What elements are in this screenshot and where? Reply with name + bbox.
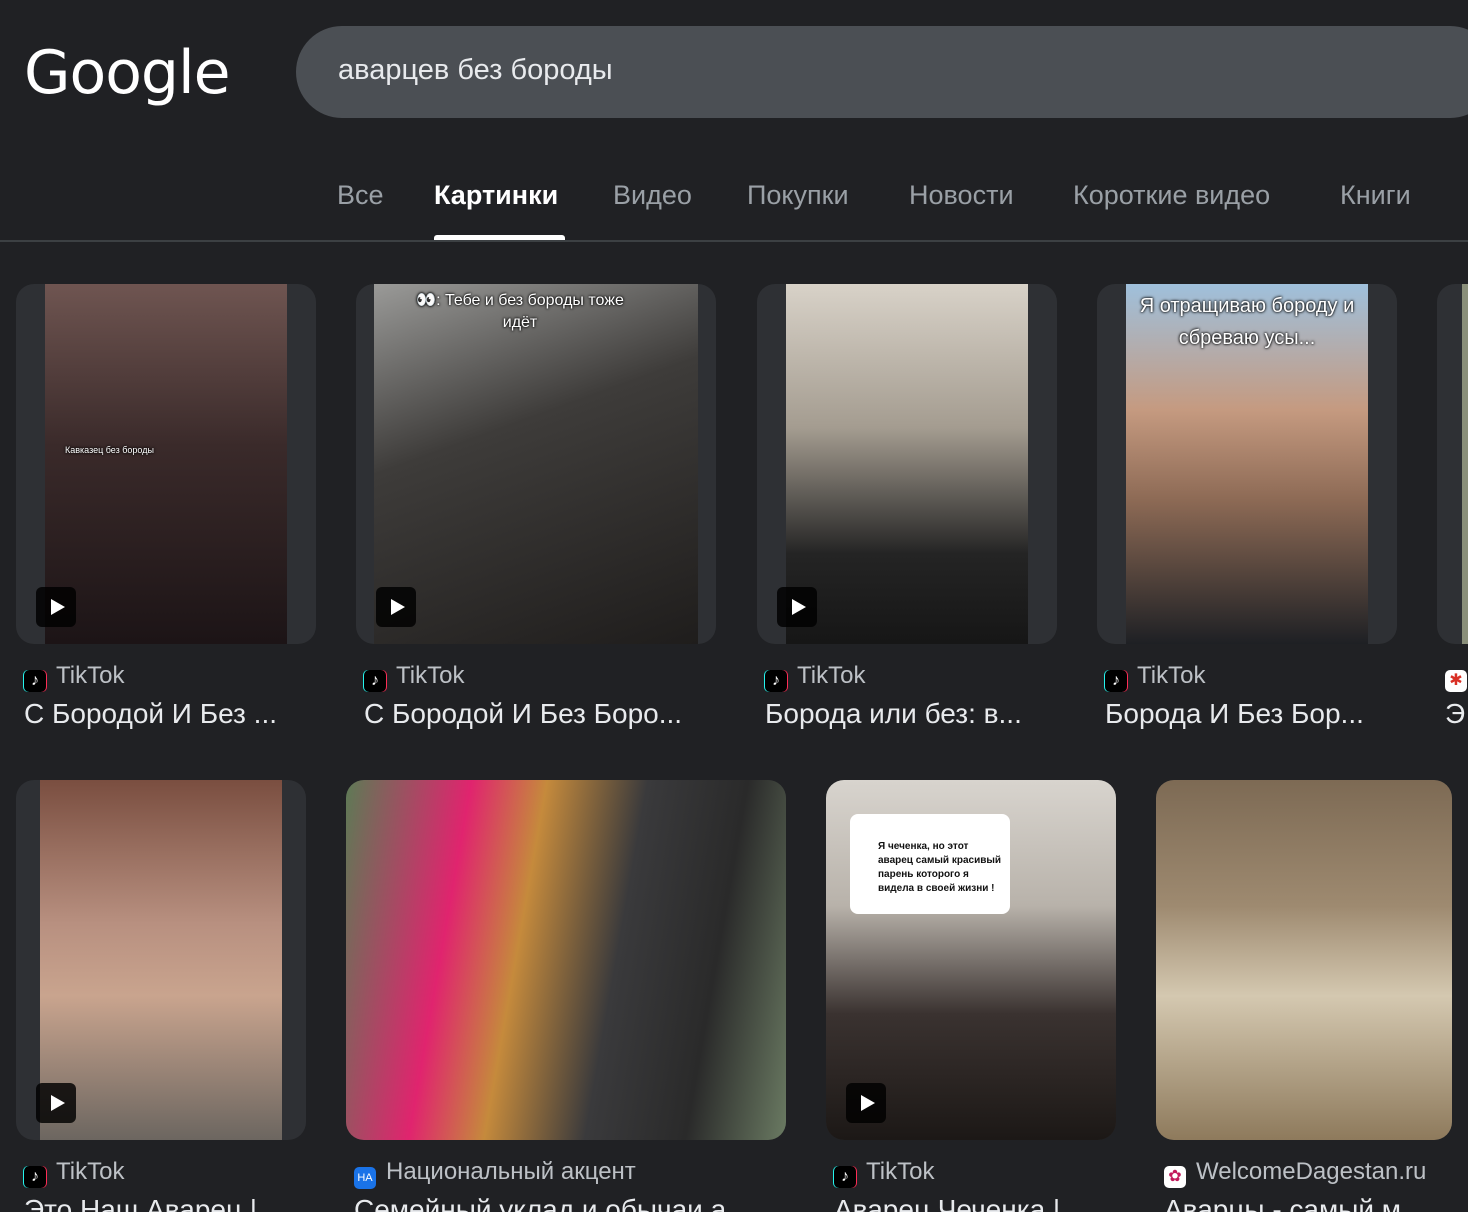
result-title[interactable]: Аварец Чеченка |... bbox=[834, 1194, 1109, 1212]
tiktok-icon: ♪ bbox=[1105, 670, 1127, 692]
result-source[interactable]: ♪ TikTok bbox=[834, 1158, 934, 1188]
source-name: TikTok bbox=[56, 1158, 125, 1185]
search-box[interactable]: аварцев без бороды bbox=[296, 26, 1468, 118]
site-favicon-icon: ✱ bbox=[1445, 670, 1467, 692]
thumbnail-image[interactable]: 👀: Тебе и без бороды тоже идёт bbox=[374, 284, 698, 644]
tab-news[interactable]: Новости bbox=[909, 180, 1014, 211]
image-thumbnail-frame[interactable] bbox=[346, 780, 786, 1140]
image-thumbnail-frame[interactable]: Кавказец без бороды bbox=[16, 284, 316, 644]
site-favicon-icon: НА bbox=[354, 1167, 376, 1189]
image-thumbnail-frame[interactable]: 👀: Тебе и без бороды тоже идёт bbox=[356, 284, 716, 644]
result-source[interactable]: ✱ bbox=[1445, 662, 1468, 692]
source-name: TikTok bbox=[866, 1158, 935, 1185]
result-title[interactable]: С Бородой И Без ... bbox=[24, 698, 304, 730]
thumbnail-image[interactable]: Кавказец без бороды bbox=[45, 284, 287, 644]
image-thumbnail-frame[interactable] bbox=[16, 780, 306, 1140]
thumbnail-image[interactable] bbox=[40, 780, 282, 1140]
tiktok-icon: ♪ bbox=[364, 670, 386, 692]
thumbnail-caption: 👀: Тебе и без бороды тоже идёт bbox=[416, 292, 624, 331]
image-thumbnail-frame[interactable] bbox=[1156, 780, 1452, 1140]
tab-books[interactable]: Книги bbox=[1340, 180, 1411, 211]
play-icon bbox=[777, 587, 817, 627]
search-input[interactable]: аварцев без бороды bbox=[338, 54, 613, 87]
result-source[interactable]: ♪ TikTok bbox=[765, 662, 865, 692]
google-logo[interactable]: Google bbox=[24, 38, 231, 108]
source-name: TikTok bbox=[56, 662, 125, 689]
source-name: TikTok bbox=[797, 662, 866, 689]
result-source[interactable]: НА Национальный акцент bbox=[354, 1158, 636, 1189]
image-thumbnail-frame[interactable] bbox=[1437, 284, 1468, 644]
source-name: TikTok bbox=[396, 662, 465, 689]
result-source[interactable]: ♪ TikTok bbox=[24, 662, 124, 692]
result-title[interactable]: Семейный уклад и обычаи а... bbox=[354, 1194, 779, 1212]
thumbnail-image[interactable] bbox=[1156, 780, 1452, 1140]
source-name: WelcomeDagestan.ru bbox=[1196, 1158, 1427, 1185]
play-icon bbox=[376, 587, 416, 627]
comment-bubble: Я чеченка, но этот аварец самый красивый… bbox=[850, 814, 1010, 914]
thumbnail-image[interactable] bbox=[1462, 284, 1468, 644]
search-tabs: Все Картинки Видео Покупки Новости Корот… bbox=[0, 150, 1468, 242]
result-source[interactable]: ♪ TikTok bbox=[364, 662, 464, 692]
thumbnail-image[interactable]: Я отращиваю бороду и сбреваю усы... bbox=[1126, 284, 1368, 644]
thumbnail-caption: Я отращиваю бороду и сбреваю усы... bbox=[1139, 295, 1355, 349]
image-thumbnail-frame[interactable] bbox=[757, 284, 1057, 644]
result-title[interactable]: Это Наш Аварец |... bbox=[24, 1194, 299, 1212]
tiktok-icon: ♪ bbox=[765, 670, 787, 692]
image-thumbnail-frame[interactable]: Я отращиваю бороду и сбреваю усы... bbox=[1097, 284, 1397, 644]
play-icon bbox=[846, 1083, 886, 1123]
thumbnail-image[interactable] bbox=[346, 780, 786, 1140]
source-name: Национальный акцент bbox=[386, 1158, 636, 1185]
result-source[interactable]: ✿ WelcomeDagestan.ru bbox=[1164, 1158, 1426, 1188]
source-name: TikTok bbox=[1137, 662, 1206, 689]
thumbnail-caption: Кавказец без бороды bbox=[65, 445, 154, 455]
tab-all[interactable]: Все bbox=[337, 180, 384, 211]
tiktok-icon: ♪ bbox=[24, 1166, 46, 1188]
tiktok-icon: ♪ bbox=[24, 670, 46, 692]
tab-images[interactable]: Картинки bbox=[434, 180, 558, 211]
result-title[interactable]: Аварцы - самый м... bbox=[1164, 1194, 1449, 1212]
site-favicon-icon: ✿ bbox=[1164, 1166, 1186, 1188]
result-title[interactable]: Э bbox=[1445, 698, 1468, 730]
result-source[interactable]: ♪ TikTok bbox=[1105, 662, 1205, 692]
thumbnail-image[interactable] bbox=[786, 284, 1028, 644]
tab-short-videos[interactable]: Короткие видео bbox=[1073, 180, 1270, 211]
play-icon bbox=[36, 587, 76, 627]
result-title[interactable]: Борода И Без Бор... bbox=[1105, 698, 1390, 730]
result-source[interactable]: ♪ TikTok bbox=[24, 1158, 124, 1188]
play-icon bbox=[36, 1083, 76, 1123]
active-tab-indicator bbox=[434, 235, 565, 240]
image-thumbnail-frame[interactable]: Я чеченка, но этот аварец самый красивый… bbox=[826, 780, 1116, 1140]
tiktok-icon: ♪ bbox=[834, 1166, 856, 1188]
tab-shopping[interactable]: Покупки bbox=[747, 180, 849, 211]
tab-videos[interactable]: Видео bbox=[613, 180, 692, 211]
result-title[interactable]: Борода или без: в... bbox=[765, 698, 1050, 730]
result-title[interactable]: С Бородой И Без Боро... bbox=[364, 698, 709, 730]
